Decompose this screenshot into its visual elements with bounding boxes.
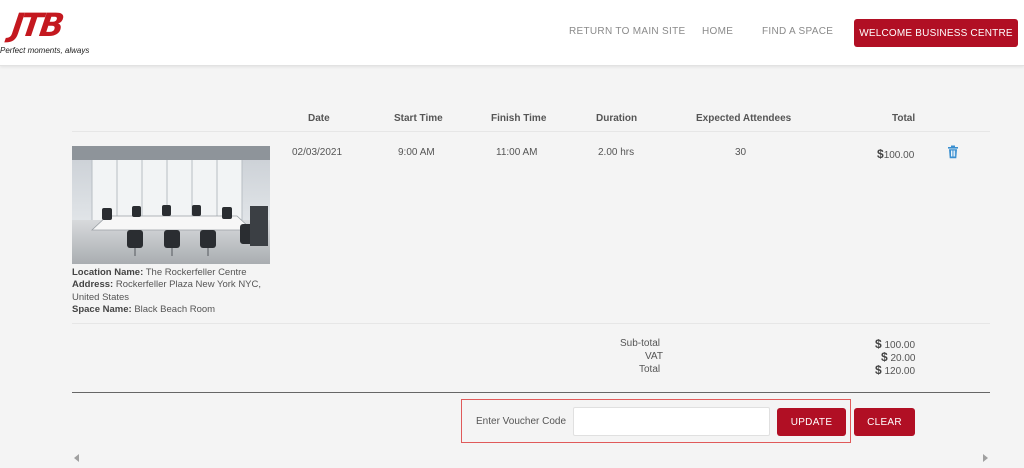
logo-tagline: Perfect moments, always: [0, 46, 90, 55]
currency-symbol: $: [877, 147, 884, 161]
logo-wordmark: JTB: [9, 6, 64, 44]
room-photo: [72, 146, 270, 264]
column-header-finish-time: Finish Time: [491, 113, 547, 124]
address-line: Address: Rockerfeller Plaza New York NYC…: [72, 279, 282, 304]
update-button[interactable]: UPDATE: [777, 408, 846, 436]
currency-symbol: $: [875, 337, 882, 351]
space-name-line: Space Name: Black Beach Room: [72, 304, 282, 316]
booking-start-time: 9:00 AM: [398, 147, 435, 158]
location-name-line: Location Name: The Rockerfeller Centre: [72, 267, 282, 279]
total-amount: 120.00: [884, 366, 916, 377]
column-header-start-time: Start Time: [394, 113, 443, 124]
booking-date: 02/03/2021: [292, 147, 343, 158]
nav-home[interactable]: HOME: [702, 26, 733, 37]
total-label: Total: [639, 364, 661, 375]
scroll-left-arrow-icon[interactable]: [74, 454, 79, 462]
horizontal-scrollbar[interactable]: [72, 452, 990, 466]
total-value: $ 120.00: [875, 363, 915, 377]
booking-finish-time: 11:00 AM: [496, 147, 538, 158]
vat-value: $ 20.00: [881, 350, 916, 364]
subtotal-label: Sub-total: [620, 338, 661, 349]
welcome-business-centre-button[interactable]: WELCOME BUSINESS CENTRE: [854, 19, 1018, 47]
vat-label: VAT: [645, 351, 663, 362]
row-divider: [72, 323, 990, 324]
booking-total: $100.00: [877, 147, 914, 161]
column-header-duration: Duration: [596, 113, 638, 124]
location-details: Location Name: The Rockerfeller Centre A…: [72, 267, 282, 316]
location-name-label: Location Name:: [72, 267, 144, 278]
subtotal-value: $ 100.00: [875, 337, 915, 351]
voucher-code-label: Enter Voucher Code: [476, 416, 567, 427]
column-header-total: Total: [892, 113, 916, 124]
booking-expected-attendees: 30: [735, 147, 747, 158]
header-divider: [72, 131, 990, 132]
nav-find-a-space[interactable]: FIND A SPACE: [762, 26, 833, 37]
space-name-label: Space Name:: [72, 303, 132, 315]
location-name-value: The Rockerfeller Centre: [145, 267, 247, 278]
clear-button[interactable]: CLEAR: [854, 408, 915, 436]
currency-symbol: $: [881, 350, 888, 364]
jtb-logo[interactable]: JTB Perfect moments, always: [0, 6, 100, 58]
column-header-expected-attendees: Expected Attendees: [696, 113, 792, 124]
scroll-right-arrow-icon[interactable]: [983, 454, 988, 462]
address-label: Address:: [72, 279, 114, 291]
currency-symbol: $: [875, 363, 882, 377]
booking-total-amount: 100.00: [883, 150, 915, 161]
voucher-code-input[interactable]: [573, 407, 770, 436]
top-navigation-bar: JTB Perfect moments, always RETURN TO MA…: [0, 0, 1024, 66]
booking-duration: 2.00 hrs: [598, 147, 635, 158]
trash-icon[interactable]: [946, 145, 960, 159]
summary-divider: [72, 392, 990, 393]
column-header-date: Date: [308, 113, 330, 124]
space-name-value: Black Beach Room: [134, 303, 216, 315]
nav-return-to-main-site[interactable]: RETURN TO MAIN SITE: [569, 26, 685, 37]
